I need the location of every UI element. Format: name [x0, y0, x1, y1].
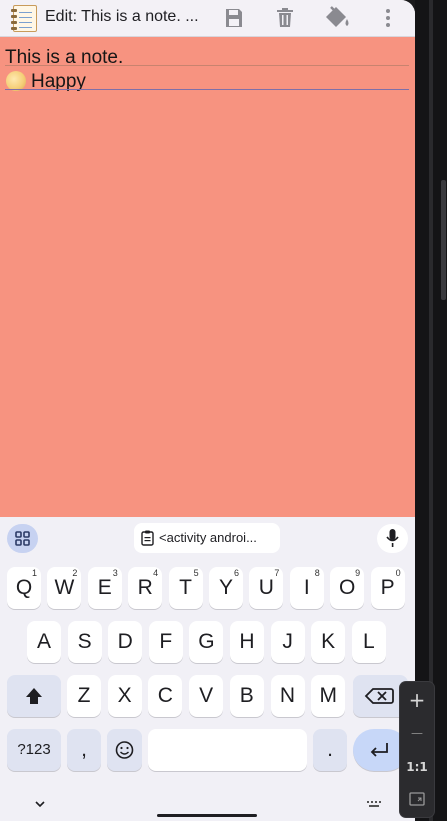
key-number-hint: 0 — [395, 568, 401, 578]
paint-bucket-icon[interactable] — [322, 3, 352, 31]
key-number-hint: 1 — [31, 568, 37, 578]
key-o[interactable]: O9 — [330, 567, 365, 609]
key-q[interactable]: Q1 — [7, 567, 41, 609]
key-label: O — [339, 576, 356, 599]
microphone-icon — [386, 529, 399, 547]
key-number-hint: 7 — [274, 568, 280, 578]
moon-emoji-icon — [6, 71, 26, 91]
key-number-hint: 3 — [112, 568, 118, 578]
key-g[interactable]: G — [189, 621, 224, 663]
zoom-in-button[interactable]: + — [400, 688, 434, 712]
key-u[interactable]: U7 — [249, 567, 284, 609]
key-label: R — [137, 576, 153, 599]
emoji-key[interactable] — [107, 729, 142, 771]
key-t[interactable]: T5 — [168, 567, 203, 609]
key-x[interactable]: X — [107, 675, 142, 717]
space-key[interactable] — [148, 729, 307, 771]
save-icon[interactable] — [222, 6, 246, 30]
key-label: W — [54, 576, 75, 599]
key-y[interactable]: Y6 — [209, 567, 243, 609]
notepad-app-icon — [11, 5, 37, 32]
cursor-line-rule — [5, 89, 409, 90]
zoom-out-button[interactable]: — — [400, 726, 434, 740]
key-r[interactable]: R4 — [128, 567, 163, 609]
period-key[interactable]: . — [313, 729, 347, 771]
key-v[interactable]: V — [189, 675, 224, 717]
clipboard-icon — [141, 530, 154, 546]
delete-icon[interactable] — [273, 6, 297, 30]
key-w[interactable]: W2 — [47, 567, 82, 609]
keyboard-menu-button[interactable] — [7, 524, 38, 553]
comma-key[interactable]: , — [67, 729, 101, 771]
key-m[interactable]: M — [311, 675, 346, 717]
key-label: Q — [15, 576, 33, 599]
zoom-reset-button[interactable]: 1:1 — [400, 760, 434, 774]
key-c[interactable]: C — [148, 675, 183, 717]
key-f[interactable]: F — [148, 621, 183, 663]
key-number-hint: 2 — [72, 568, 78, 578]
key-a[interactable]: A — [27, 621, 61, 663]
key-number-hint: 4 — [153, 568, 159, 578]
app-bar: Edit: This is a note. ... — [0, 0, 415, 37]
emoji-icon — [115, 741, 134, 759]
keyboard-switch-icon[interactable] — [366, 799, 382, 809]
key-b[interactable]: B — [229, 675, 264, 717]
key-k[interactable]: K — [311, 621, 346, 663]
key-j[interactable]: J — [270, 621, 305, 663]
hide-keyboard-chevron-icon[interactable] — [33, 799, 47, 809]
key-label: P — [380, 576, 395, 599]
phone-screen: Edit: This is a note. ... This is a note… — [0, 0, 415, 821]
shift-key[interactable] — [7, 675, 61, 717]
key-number-hint: 9 — [355, 568, 361, 578]
key-i[interactable]: I8 — [289, 567, 324, 609]
key-number-hint: 6 — [233, 568, 239, 578]
key-label: T — [179, 576, 192, 599]
key-label: E — [97, 576, 112, 599]
key-h[interactable]: H — [230, 621, 264, 663]
key-p[interactable]: P0 — [370, 567, 405, 609]
grid-icon — [15, 531, 30, 546]
key-label: U — [258, 576, 274, 599]
clipboard-suggestion-text: <activity androi... — [159, 530, 257, 545]
key-label: Y — [218, 576, 233, 599]
key-d[interactable]: D — [108, 621, 143, 663]
note-editor[interactable]: This is a note. Happy — [0, 37, 415, 517]
key-label: I — [303, 576, 310, 599]
voice-input-button[interactable] — [377, 524, 408, 553]
more-vert-icon[interactable] — [376, 6, 400, 30]
line-rule — [5, 65, 409, 66]
key-s[interactable]: S — [67, 621, 102, 663]
fit-screen-icon[interactable] — [409, 792, 425, 806]
key-l[interactable]: L — [351, 621, 386, 663]
key-number-hint: 5 — [193, 568, 199, 578]
gesture-nav-handle[interactable] — [157, 814, 257, 817]
shift-icon — [26, 688, 42, 704]
clipboard-suggestion-chip[interactable]: <activity androi... — [134, 523, 280, 553]
key-z[interactable]: Z — [67, 675, 101, 717]
emulator-zoom-panel: + — 1:1 — [400, 682, 434, 817]
key-n[interactable]: N — [270, 675, 305, 717]
key-number-hint: 8 — [314, 568, 320, 578]
keyboard: <activity androi... Q1W2E3R4T5Y6U7I8O9P0… — [0, 517, 415, 821]
key-e[interactable]: E3 — [87, 567, 122, 609]
page-title: Edit: This is a note. ... — [45, 8, 199, 25]
symbols-key[interactable]: ?123 — [7, 729, 61, 771]
